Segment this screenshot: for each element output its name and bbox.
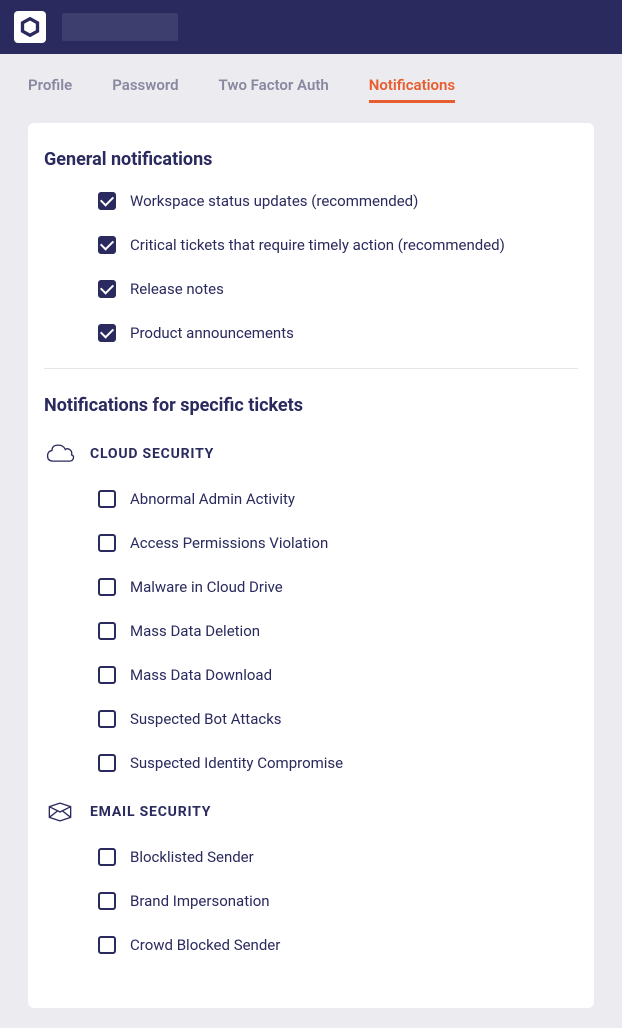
ticket-option-0-3-label: Mass Data Deletion [130,622,260,640]
ticket-option-0-3-checkbox[interactable] [98,622,116,640]
ticket-option-0-5-checkbox[interactable] [98,710,116,728]
ticket-option-0-2-label: Malware in Cloud Drive [130,578,283,596]
category-header-cloud-security: CLOUD SECURITY [44,438,578,470]
ticket-option-0-6-label: Suspected Identity Compromise [130,754,343,772]
ticket-option-0-2-row: Malware in Cloud Drive [98,578,578,596]
general-option-2-checkbox[interactable] [98,280,116,298]
general-option-2-label: Release notes [130,280,224,298]
ticket-option-1-0-row: Blocklisted Sender [98,848,578,866]
tabs-nav: Profile Password Two Factor Auth Notificati… [0,54,622,113]
ticket-option-1-2-label: Crowd Blocked Sender [130,936,280,954]
ticket-option-0-0-label: Abnormal Admin Activity [130,490,295,508]
app-logo [14,11,46,43]
header-placeholder [62,13,178,41]
category-title: EMAIL SECURITY [90,804,211,820]
general-option-3-row: Product announcements [98,324,578,342]
tab-password[interactable]: Password [112,76,178,103]
ticket-option-0-6-row: Suspected Identity Compromise [98,754,578,772]
tab-two-factor-auth[interactable]: Two Factor Auth [219,76,329,103]
divider [44,368,578,369]
ticket-option-1-2-row: Crowd Blocked Sender [98,936,578,954]
ticket-option-1-0-checkbox[interactable] [98,848,116,866]
tab-notifications[interactable]: Notifications [369,76,455,103]
ticket-option-1-1-row: Brand Impersonation [98,892,578,910]
general-option-1-checkbox[interactable] [98,236,116,254]
ticket-option-0-0-row: Abnormal Admin Activity [98,490,578,508]
cloud-icon [44,438,76,470]
ticket-option-0-4-checkbox[interactable] [98,666,116,684]
specific-section-title: Notifications for specific tickets [44,395,578,416]
ticket-option-0-5-label: Suspected Bot Attacks [130,710,282,728]
settings-card: General notifications Workspace status u… [28,123,594,1008]
tab-profile[interactable]: Profile [28,76,72,103]
general-option-3-checkbox[interactable] [98,324,116,342]
ticket-option-0-1-label: Access Permissions Violation [130,534,328,552]
hexagon-icon [20,17,40,37]
general-option-3-label: Product announcements [130,324,294,342]
general-option-0-row: Workspace status updates (recommended) [98,192,578,210]
general-option-0-checkbox[interactable] [98,192,116,210]
ticket-option-1-1-label: Brand Impersonation [130,892,270,910]
ticket-list: Blocklisted Sender Brand Impersonation Cro… [44,848,578,954]
category-header-email-security: EMAIL SECURITY [44,796,578,828]
ticket-option-1-0-label: Blocklisted Sender [130,848,254,866]
general-option-0-label: Workspace status updates (recommended) [130,192,418,210]
ticket-option-0-1-checkbox[interactable] [98,534,116,552]
category-title: CLOUD SECURITY [90,446,214,462]
ticket-list: Abnormal Admin Activity Access Permission… [44,490,578,772]
ticket-option-0-6-checkbox[interactable] [98,754,116,772]
general-option-1-row: Critical tickets that require timely act… [98,236,578,254]
ticket-option-0-0-checkbox[interactable] [98,490,116,508]
general-option-2-row: Release notes [98,280,578,298]
ticket-option-0-2-checkbox[interactable] [98,578,116,596]
ticket-option-1-2-checkbox[interactable] [98,936,116,954]
ticket-option-0-4-row: Mass Data Download [98,666,578,684]
ticket-option-0-3-row: Mass Data Deletion [98,622,578,640]
app-header [0,0,622,54]
general-option-1-label: Critical tickets that require timely act… [130,236,505,254]
ticket-option-1-1-checkbox[interactable] [98,892,116,910]
general-section-title: General notifications [44,149,578,170]
ticket-option-0-1-row: Access Permissions Violation [98,534,578,552]
ticket-option-0-4-label: Mass Data Download [130,666,272,684]
ticket-option-0-5-row: Suspected Bot Attacks [98,710,578,728]
envelope-icon [44,796,76,828]
